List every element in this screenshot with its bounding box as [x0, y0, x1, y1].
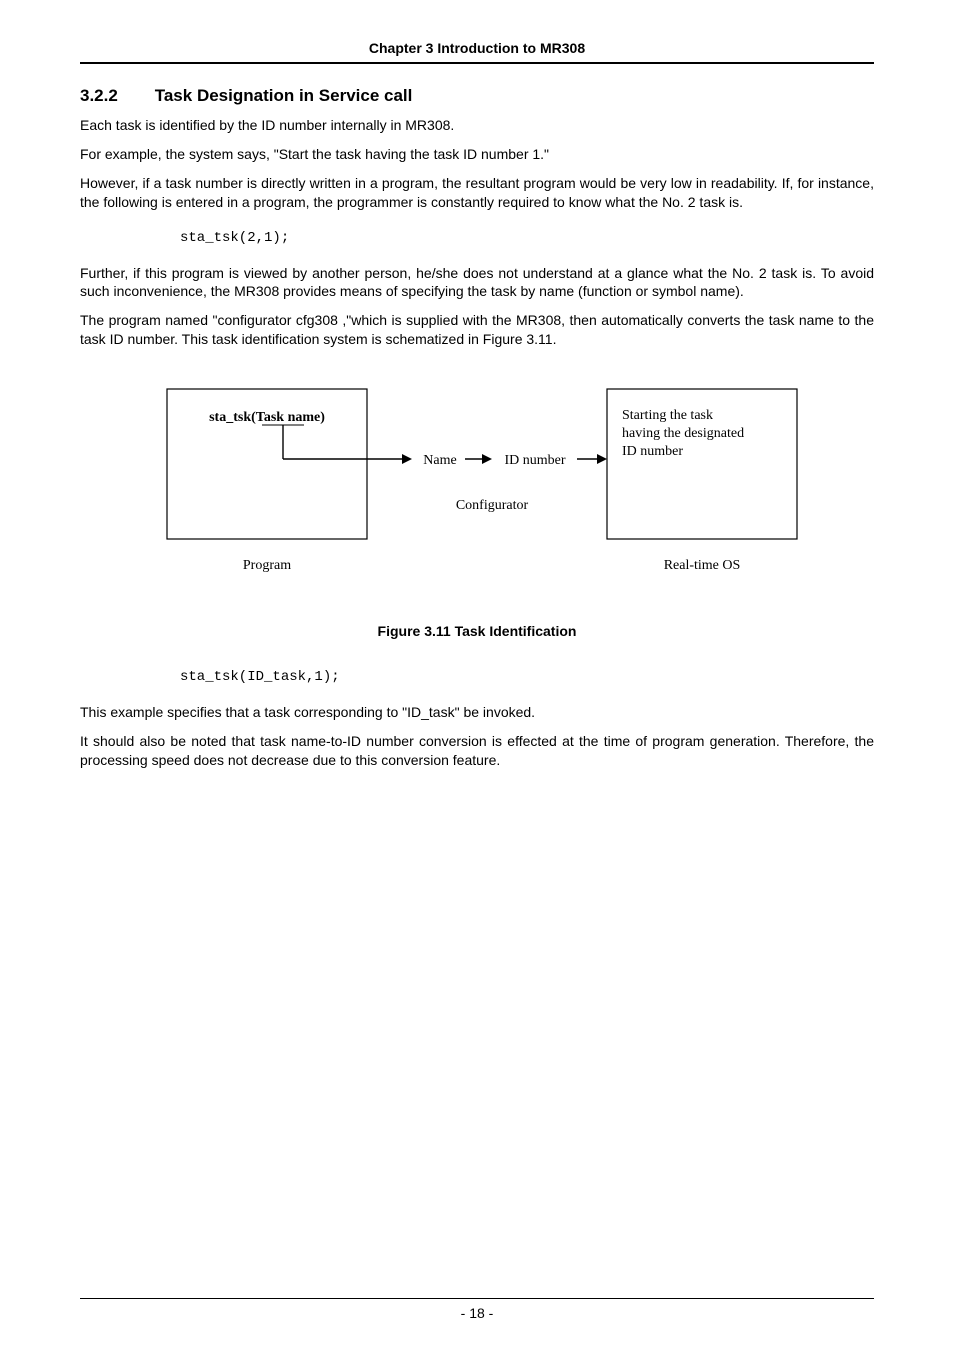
figure-caption: Figure 3.11 Task Identification: [80, 623, 874, 639]
page-number: - 18 -: [461, 1305, 494, 1321]
paragraph-1: Each task is identified by the ID number…: [80, 116, 874, 135]
configurator-label: Configurator: [456, 498, 529, 513]
paragraph-4: Further, if this program is viewed by an…: [80, 264, 874, 302]
chapter-header: Chapter 3 Introduction to MR308: [80, 40, 874, 64]
id-number-label: ID number: [504, 453, 565, 468]
rtos-box-line3: ID number: [622, 444, 683, 459]
section-number: 3.2.2: [80, 86, 150, 106]
paragraph-2: For example, the system says, "Start the…: [80, 145, 874, 164]
arrow-name-to-id-head: [482, 454, 492, 464]
program-box-text: sta_tsk(Task name): [209, 410, 325, 425]
paragraph-6: This example specifies that a task corre…: [80, 703, 874, 722]
section-heading: 3.2.2 Task Designation in Service call: [80, 86, 874, 106]
figure-3-11: sta_tsk(Task name) Name ID number Config…: [80, 379, 874, 599]
paragraph-3: However, if a task number is directly wr…: [80, 174, 874, 212]
section-title: Task Designation in Service call: [155, 86, 413, 105]
rtos-box-line1: Starting the task: [622, 408, 713, 423]
program-label: Program: [243, 558, 291, 573]
paragraph-5: The program named "configurator cfg308 ,…: [80, 311, 874, 349]
rtos-box-line2: having the designated: [622, 426, 744, 441]
page-footer: - 18 -: [80, 1298, 874, 1321]
arrow-to-name-head: [402, 454, 412, 464]
figure-diagram: sta_tsk(Task name) Name ID number Config…: [147, 379, 807, 599]
code-example-1: sta_tsk(2,1);: [180, 230, 874, 246]
code-example-2: sta_tsk(ID_task,1);: [180, 669, 874, 685]
paragraph-7: It should also be noted that task name-t…: [80, 732, 874, 770]
arrow-to-rtos-head: [597, 454, 607, 464]
name-label: Name: [423, 453, 456, 468]
rtos-label: Real-time OS: [664, 558, 741, 573]
